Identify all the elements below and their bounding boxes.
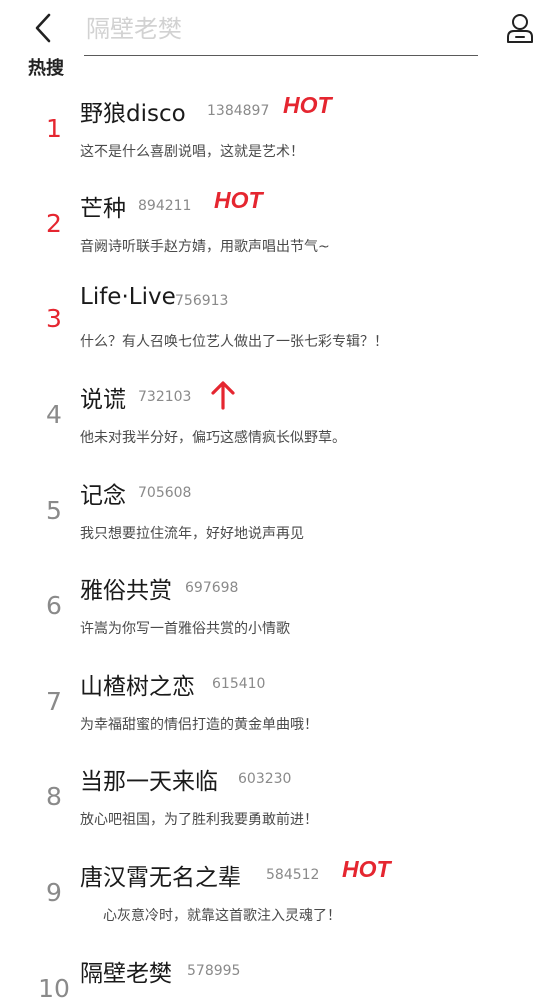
song-title: 雅俗共赏	[80, 578, 172, 604]
song-title: 记念	[80, 483, 126, 509]
rank-number: 9	[46, 878, 62, 907]
rank-number: 1	[46, 114, 62, 143]
search-count: 894211	[138, 198, 192, 214]
song-title: 当那一天来临	[80, 769, 218, 795]
song-description: 我只想要拉住流年，好好地说声再见	[80, 526, 304, 542]
song-description: 他未对我半分好，偏巧这感情疯长似野草。	[80, 430, 346, 446]
rank-number: 4	[46, 400, 62, 429]
hot-search-item[interactable]: 1 野狼disco 1384897 HOT 这不是什么喜剧说唱，这就是艺术！	[0, 80, 559, 174]
hot-search-item[interactable]: 10 隔壁老樊 578995	[0, 940, 559, 1000]
rank-number: 6	[46, 591, 62, 620]
hot-search-item[interactable]: 8 当那一天来临 603230 放心吧祖国，为了胜利我要勇敢前进！	[0, 748, 559, 842]
search-box[interactable]	[84, 6, 478, 56]
back-arrow-icon	[35, 13, 51, 43]
song-title: 野狼disco	[80, 101, 186, 127]
user-icon	[507, 14, 533, 43]
search-count: 615410	[212, 676, 266, 692]
search-input[interactable]	[84, 6, 478, 52]
user-profile-button[interactable]	[504, 10, 536, 46]
rank-number: 3	[46, 304, 62, 333]
rank-number: 5	[46, 496, 62, 525]
song-description: 放心吧祖国，为了胜利我要勇敢前进！	[80, 812, 318, 828]
back-button[interactable]	[28, 10, 58, 46]
top-bar: 热搜	[0, 0, 559, 90]
search-count: 584512	[266, 867, 320, 883]
hot-search-item[interactable]: 9 唐汉霄无名之辈 584512 HOT 心灰意冷时，就靠这首歌注入灵魂了！	[0, 844, 559, 938]
hot-search-item[interactable]: 7 山楂树之恋 615410 为幸福甜蜜的情侣打造的黄金单曲哦！	[0, 653, 559, 747]
song-title: 芒种	[80, 196, 126, 222]
rank-number: 7	[46, 687, 62, 716]
song-description: 心灰意冷时，就靠这首歌注入灵魂了！	[103, 908, 341, 924]
search-count: 756913	[175, 293, 229, 309]
hot-search-item[interactable]: 5 记念 705608 我只想要拉住流年，好好地说声再见	[0, 462, 559, 556]
hot-badge: HOT	[283, 92, 332, 118]
song-description: 为幸福甜蜜的情侣打造的黄金单曲哦！	[80, 717, 318, 733]
song-description: 这不是什么喜剧说唱，这就是艺术！	[80, 144, 304, 160]
hot-search-heading: 热搜	[28, 58, 64, 79]
hot-badge: HOT	[214, 187, 263, 213]
song-description: 许嵩为你写一首雅俗共赏的小情歌	[80, 621, 290, 637]
song-title: 山楂树之恋	[80, 674, 195, 700]
song-title: Life·Live	[80, 284, 176, 310]
song-title: 说谎	[80, 387, 126, 413]
song-title: 隔壁老樊	[80, 961, 172, 987]
hot-search-item[interactable]: 6 雅俗共赏 697698 许嵩为你写一首雅俗共赏的小情歌	[0, 557, 559, 651]
hot-search-item[interactable]: 4 说谎 732103 他未对我半分好，偏巧这感情疯长似野草。	[0, 366, 559, 460]
search-count: 705608	[138, 485, 192, 501]
search-count: 697698	[185, 580, 239, 596]
rank-number: 2	[46, 209, 62, 238]
rank-number: 10	[38, 974, 70, 1000]
hot-search-item[interactable]: 2 芒种 894211 HOT 音阙诗听联手赵方婧，用歌声唱出节气~	[0, 175, 559, 269]
hot-search-item[interactable]: 3 Life·Live 756913 什么？有人召唤七位艺人做出了一张七彩专辑？！	[0, 270, 559, 364]
hot-badge: HOT	[342, 856, 391, 882]
search-count: 1384897	[207, 103, 270, 119]
song-description: 什么？有人召唤七位艺人做出了一张七彩专辑？！	[80, 334, 388, 350]
search-count: 732103	[138, 389, 192, 405]
rank-number: 8	[46, 782, 62, 811]
search-count: 603230	[238, 771, 292, 787]
song-title: 唐汉霄无名之辈	[80, 865, 241, 891]
song-description: 音阙诗听联手赵方婧，用歌声唱出节气~	[80, 239, 330, 255]
rising-arrow-icon	[210, 380, 236, 414]
search-count: 578995	[187, 963, 241, 979]
